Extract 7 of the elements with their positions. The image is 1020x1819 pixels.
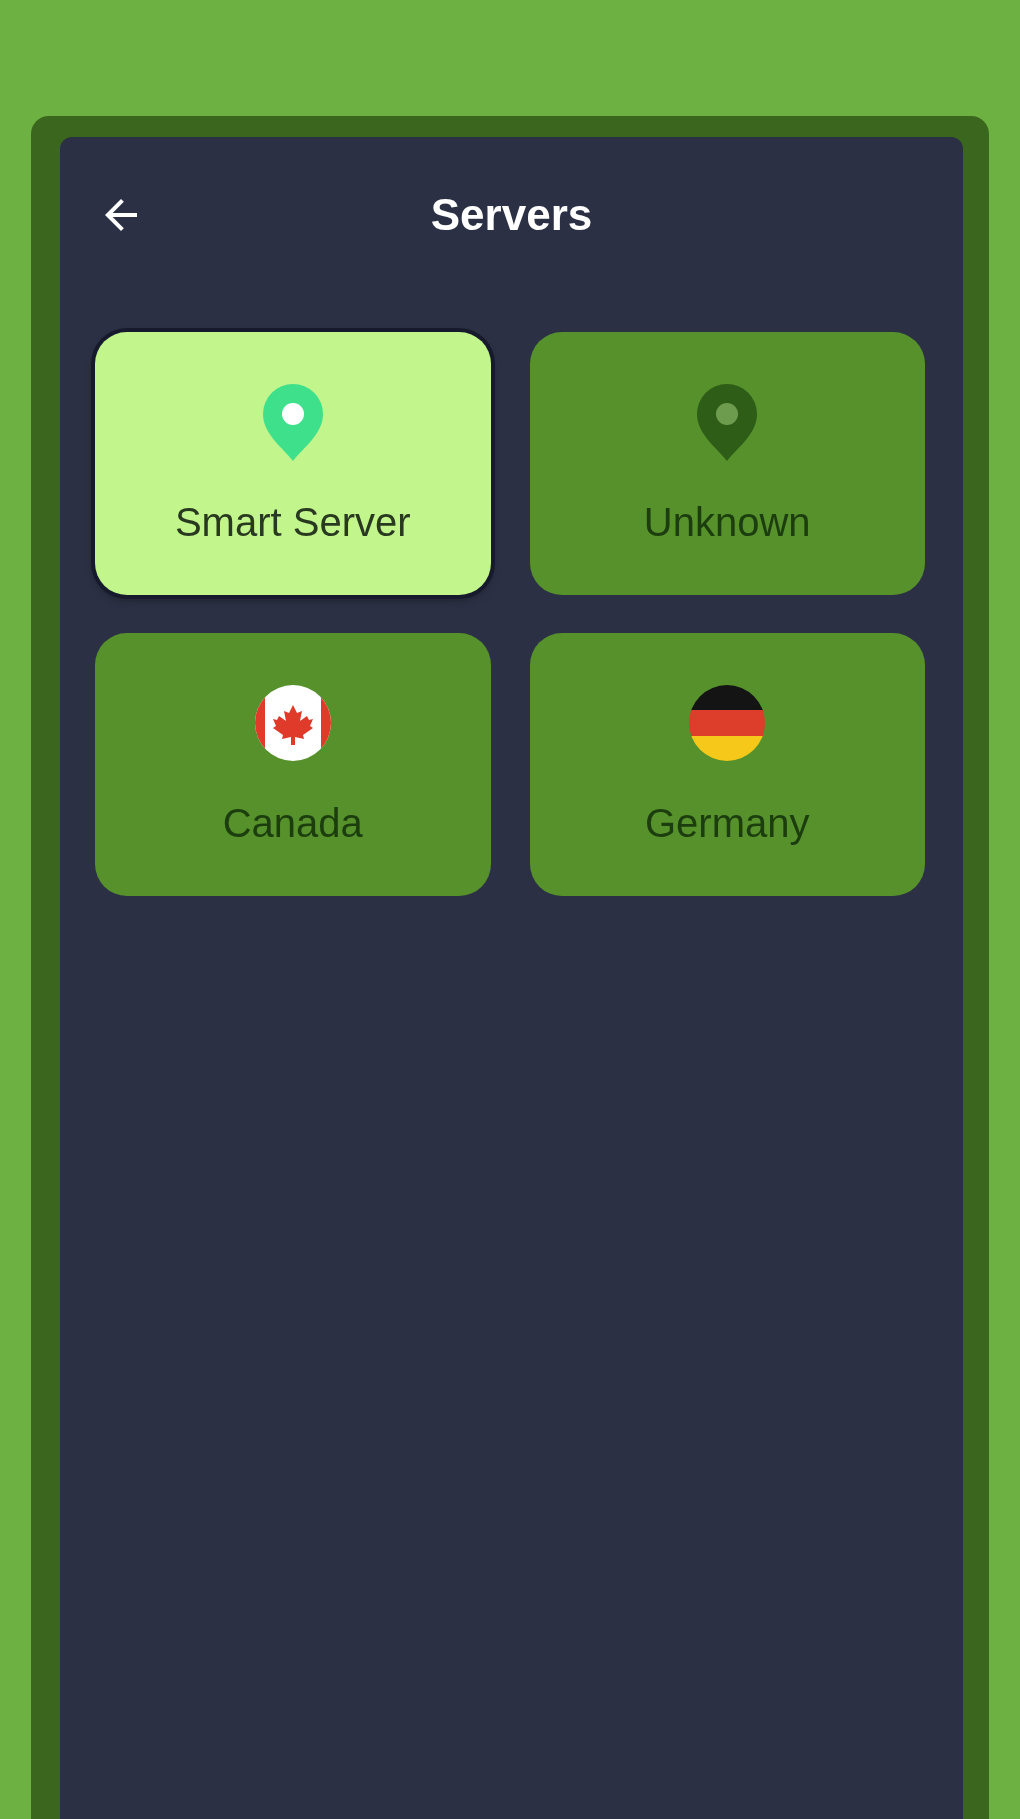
server-button[interactable]: Canada (95, 633, 491, 896)
server-button[interactable]: Unknown (529, 332, 925, 595)
germany-flag-icon (689, 685, 766, 761)
location-pin-icon (695, 384, 760, 461)
page-title: Servers (430, 189, 593, 241)
server-button[interactable]: Germany (529, 633, 925, 896)
location-pin-icon (260, 384, 325, 461)
